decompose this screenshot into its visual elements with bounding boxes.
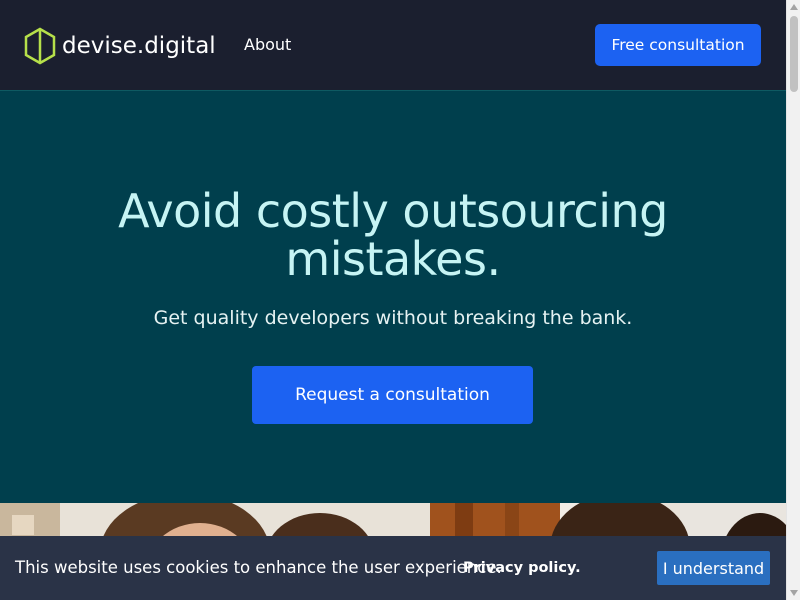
cookie-accept-button[interactable]: I understand <box>657 551 770 585</box>
hero-subtitle: Get quality developers without breaking … <box>153 307 633 329</box>
nav-about-link[interactable]: About <box>244 35 291 54</box>
hero-title-line-1: Avoid costly outsourcing <box>118 184 668 238</box>
hexagon-logo-icon <box>24 27 56 65</box>
privacy-policy-link[interactable]: Privacy policy. <box>463 560 581 576</box>
vertical-scrollbar[interactable] <box>786 0 800 600</box>
logo-word-digital: digital <box>144 33 216 59</box>
scroll-down-arrow-icon[interactable] <box>787 586 800 600</box>
hero-title: Avoid costly outsourcing mistakes. <box>0 187 786 283</box>
cookie-message: This website uses cookies to enhance the… <box>15 558 502 577</box>
page: devise.digital About Free consultation A… <box>0 0 786 600</box>
hero-title-line-2: mistakes. <box>285 232 501 286</box>
free-consultation-button[interactable]: Free consultation <box>595 24 761 66</box>
hero-section: Avoid costly outsourcing mistakes. Get q… <box>0 90 786 503</box>
site-header: devise.digital About Free consultation <box>0 0 786 90</box>
cookie-banner: This website uses cookies to enhance the… <box>0 536 786 600</box>
logo-wordmark: devise.digital <box>62 33 216 59</box>
scrollbar-thumb[interactable] <box>790 16 798 92</box>
logo-link[interactable]: devise.digital <box>24 26 216 66</box>
scroll-up-arrow-icon[interactable] <box>787 0 800 14</box>
logo-word-devise: devise <box>62 33 137 59</box>
request-consultation-button[interactable]: Request a consultation <box>252 366 533 424</box>
